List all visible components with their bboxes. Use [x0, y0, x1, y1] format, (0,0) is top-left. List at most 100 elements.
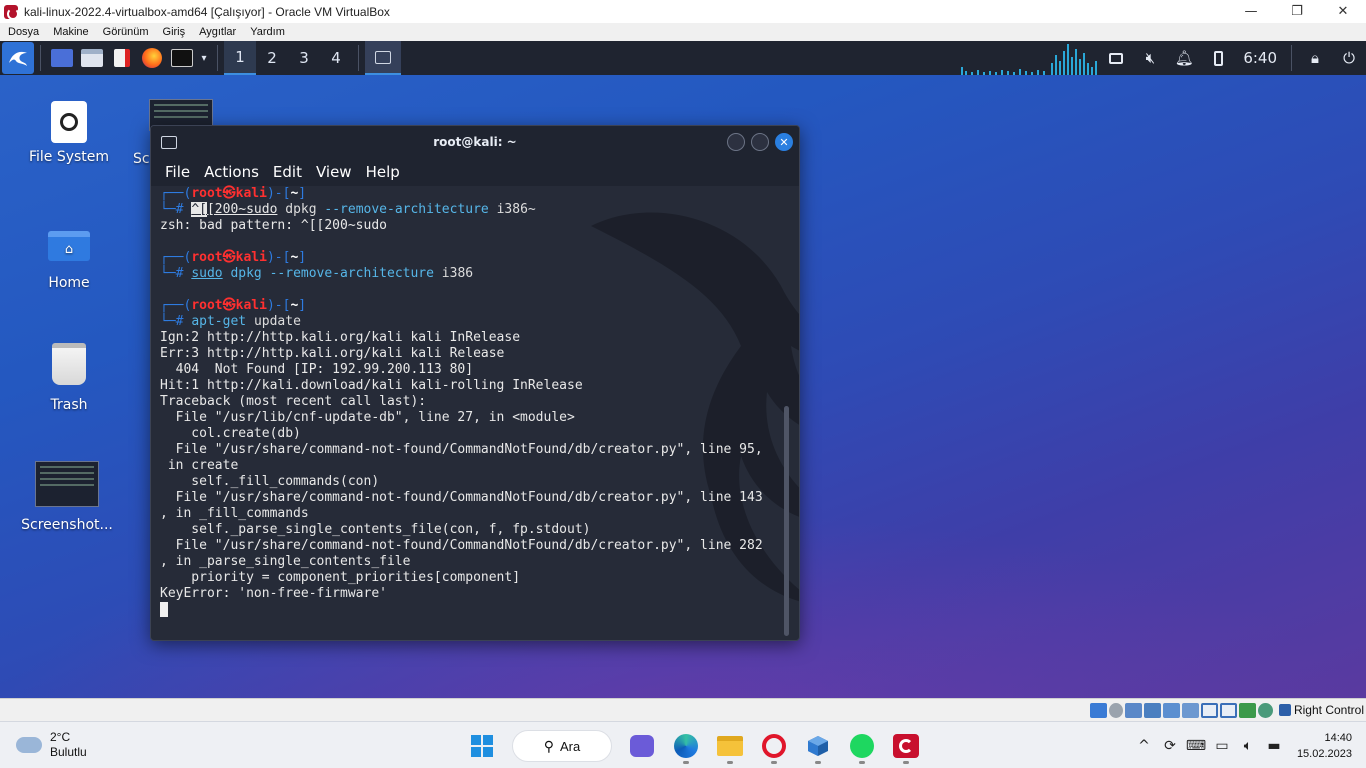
battery-icon[interactable]: ▬	[1261, 731, 1287, 761]
output-line: KeyError: 'non-free-firmware'	[160, 586, 387, 601]
workspace-3[interactable]: 3	[288, 41, 320, 75]
output-line: zsh: bad pattern: ^[[200~sudo	[160, 218, 387, 233]
weather-widget[interactable]: 2°C Bulutlu	[16, 730, 87, 760]
taskbar-search[interactable]: ⚲ Ara	[512, 730, 612, 762]
cloud-icon	[16, 737, 42, 753]
desktop-icon-label: Home	[48, 275, 90, 291]
terminal-scrollbar[interactable]	[784, 406, 789, 636]
close-button[interactable]: ✕	[1320, 0, 1366, 23]
output-line: Err:3 http://http.kali.org/kali kali Rel…	[160, 346, 505, 361]
notification-bell-icon[interactable]: 🔔︎	[1167, 41, 1201, 75]
output-line: File "/usr/share/command-not-found/Comma…	[160, 538, 763, 553]
output-line: Ign:2 http://http.kali.org/kali kali InR…	[160, 330, 521, 345]
recording-status-icon[interactable]	[1219, 702, 1237, 718]
terminal-menu-actions[interactable]: Actions	[196, 163, 265, 181]
taskbar-debian-app[interactable]	[886, 726, 926, 766]
logout-icon[interactable]: ⏻	[1332, 41, 1366, 75]
taskbar-apps: ⚲ Ara	[460, 726, 928, 766]
chevron-up-icon[interactable]: ^	[1131, 731, 1157, 761]
terminal-close-button[interactable]: ✕	[775, 133, 793, 151]
terminal-titlebar[interactable]: root@kali: ~ ✕	[151, 126, 799, 158]
workspace-1[interactable]: 1	[224, 41, 256, 75]
terminal-minimize-button[interactable]	[727, 133, 745, 151]
keyboard-icon[interactable]: ⌨	[1183, 731, 1209, 761]
menu-dosya[interactable]: Dosya	[0, 26, 45, 38]
terminal-menu-view[interactable]: View	[308, 163, 358, 181]
menu-aygitlar[interactable]: Aygıtlar	[191, 26, 242, 38]
taskbar-virtualbox[interactable]	[798, 726, 838, 766]
folder-icon	[81, 49, 103, 67]
cpu-status-icon[interactable]	[1238, 702, 1256, 718]
host-key-label: Right Control	[1293, 703, 1364, 717]
terminal-maximize-button[interactable]	[751, 133, 769, 151]
output-line: 404 Not Found [IP: 192.99.200.113 80]	[160, 362, 474, 377]
terminal-menu-edit[interactable]: Edit	[265, 163, 308, 181]
volume-muted-icon[interactable]: 🔇︎	[1133, 41, 1167, 75]
show-desktop-launcher[interactable]	[47, 41, 77, 75]
lock-icon[interactable]: 🔒︎	[1298, 41, 1332, 75]
taskbar-terminal-window[interactable]	[365, 41, 401, 75]
minimize-button[interactable]: —	[1228, 0, 1274, 23]
desktop-icon-file-system[interactable]: File System	[19, 101, 119, 165]
taskbar-file-explorer[interactable]	[710, 726, 750, 766]
workspace-4[interactable]: 4	[320, 41, 352, 75]
panel-clock[interactable]: 6:40	[1235, 49, 1285, 67]
battery-icon[interactable]	[1201, 41, 1235, 75]
speaker-icon[interactable]: 🔈︎	[1235, 731, 1261, 761]
menu-makine[interactable]: Makine	[45, 26, 94, 38]
windows-system-tray: ^ ⟳ ⌨ ▭ 🔈︎ ▬ 14:40 15.02.2023	[1131, 726, 1358, 766]
taskbar-teams[interactable]	[622, 726, 662, 766]
kali-menu-button[interactable]	[2, 42, 34, 74]
usb-status-icon[interactable]	[1162, 702, 1180, 718]
host-key-indicator[interactable]: Right Control	[1274, 703, 1366, 717]
desktop-icon-label: Screenshot...	[21, 517, 113, 533]
keyboard-capture-icon	[1278, 704, 1291, 716]
virtualbox-app-icon	[4, 4, 19, 20]
menu-yardim[interactable]: Yardım	[242, 26, 291, 38]
trash-icon	[52, 343, 86, 385]
file-manager-launcher[interactable]	[77, 41, 107, 75]
desktop-icon-trash[interactable]: Trash	[19, 343, 119, 413]
display-network-icon[interactable]: ▭	[1209, 731, 1235, 761]
menu-gorunum[interactable]: Görünüm	[95, 26, 155, 38]
terminal-window[interactable]: root@kali: ~ ✕ File Actions Edit View He…	[150, 125, 800, 641]
mouse-integration-status-icon[interactable]	[1257, 702, 1273, 718]
hard-drive-icon	[51, 101, 87, 143]
audio-status-icon[interactable]	[1124, 702, 1142, 718]
network-icon[interactable]	[1099, 41, 1133, 75]
workspace-2[interactable]: 2	[256, 41, 288, 75]
optical-drive-status-icon[interactable]	[1108, 702, 1123, 718]
taskbar-edge[interactable]	[666, 726, 706, 766]
hard-disk-status-icon[interactable]	[1089, 702, 1107, 718]
display-status-icon[interactable]	[1200, 702, 1218, 718]
network-status-icon[interactable]	[1143, 702, 1161, 718]
screenshot-thumbnail-icon	[35, 461, 99, 507]
text-editor-launcher[interactable]	[107, 41, 137, 75]
command-line: └─# apt-get update	[160, 314, 301, 329]
terminal-menu-file[interactable]: File	[151, 163, 196, 181]
chevron-down-icon[interactable]: ▾	[197, 41, 211, 75]
start-button[interactable]	[462, 726, 502, 766]
windows-taskbar: 2°C Bulutlu ⚲ Ara ^ ⟳ ⌨ ▭ 🔈︎ ▬ 14:40 15.…	[0, 721, 1366, 768]
panel-separator	[358, 45, 359, 71]
taskbar-spotify[interactable]	[842, 726, 882, 766]
output-line: File "/usr/share/command-not-found/Comma…	[160, 442, 763, 457]
menu-giris[interactable]: Giriş	[155, 26, 192, 38]
shared-folders-status-icon[interactable]	[1181, 702, 1199, 718]
guest-screen: ▾ 1 2 3 4 🔇︎ 🔔︎ 6:40 🔒︎ ⏻ File System Sc…	[0, 41, 1366, 698]
desktop-icon-screenshot[interactable]: Screenshot...	[17, 461, 117, 533]
terminal-menu-help[interactable]: Help	[358, 163, 406, 181]
sync-icon[interactable]: ⟳	[1157, 731, 1183, 761]
desktop-icon-home[interactable]: ⌂ Home	[19, 231, 119, 291]
terminal-launcher[interactable]	[167, 41, 197, 75]
command-line: └─# ^[[200~sudo dpkg --remove-architectu…	[160, 202, 536, 217]
restore-button[interactable]: ❐	[1274, 0, 1320, 23]
taskbar-opera[interactable]	[754, 726, 794, 766]
home-folder-icon: ⌂	[48, 231, 90, 261]
windows-logo-icon	[471, 735, 493, 757]
terminal-output[interactable]: ┌──(root㉿kali)-[~] └─# ^[[200~sudo dpkg …	[151, 186, 791, 640]
search-icon: ⚲	[543, 737, 555, 754]
taskbar-clock[interactable]: 14:40 15.02.2023	[1297, 730, 1358, 762]
firefox-launcher[interactable]	[137, 41, 167, 75]
text-editor-icon	[114, 49, 130, 67]
